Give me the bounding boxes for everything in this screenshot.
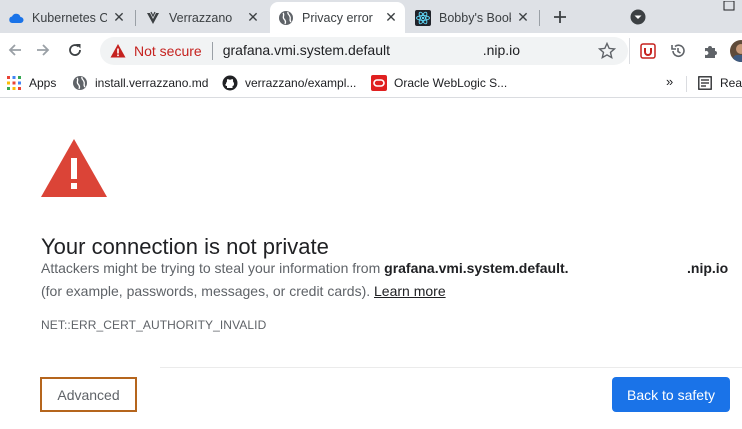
chevron-down-circle-icon	[630, 9, 646, 25]
bookmark-apps[interactable]: Apps	[6, 74, 56, 92]
apps-grid-icon	[6, 75, 22, 91]
hostname-text: grafana.vmi.system.default.	[384, 260, 569, 276]
react-logo-icon	[415, 9, 431, 26]
history-extension-button[interactable]	[668, 41, 688, 61]
description-text: Attackers might be trying to steal your …	[41, 260, 385, 276]
restore-icon	[723, 0, 735, 11]
tab-title: Verrazzano	[169, 10, 233, 25]
interstitial-page: Your connection is not private Attackers…	[0, 99, 742, 429]
close-tab-icon[interactable]: ✕	[111, 9, 127, 26]
back-to-safety-button[interactable]: Back to safety	[612, 377, 730, 412]
extension-button[interactable]	[638, 41, 658, 61]
extension-divider	[629, 38, 630, 64]
reload-button[interactable]	[62, 37, 88, 63]
globe-icon	[72, 75, 88, 91]
warning-triangle-icon	[110, 44, 126, 58]
reading-list-icon	[697, 75, 713, 91]
tab-search-button[interactable]	[628, 7, 648, 27]
extensions-menu-button[interactable]	[700, 41, 720, 61]
back-button[interactable]	[2, 37, 28, 63]
reading-list-button[interactable]: Read	[697, 74, 742, 92]
profile-avatar[interactable]	[730, 40, 742, 62]
page-title: Your connection is not private	[41, 233, 329, 259]
url-host: grafana.vmi.system.default	[222, 42, 390, 58]
tab-title: Bobby's Book	[439, 10, 511, 25]
tab-title: Privacy error	[302, 10, 373, 25]
plus-icon	[554, 11, 566, 23]
bookmark-label: Apps	[29, 76, 57, 90]
tab-strip: Kubernetes C ✕ Verrazzano ✕ Privacy erro…	[0, 0, 742, 33]
warning-triangle-icon	[41, 139, 107, 197]
history-icon	[671, 44, 685, 57]
tab-verrazzano[interactable]: Verrazzano ✕	[137, 2, 267, 33]
puzzle-icon	[705, 46, 717, 58]
hostname-suffix-text: .nip.io	[687, 260, 729, 276]
learn-more-link[interactable]: Learn more	[374, 283, 446, 299]
tab-bobbys-books[interactable]: Bobby's Book ✕	[407, 2, 537, 33]
omnibox-divider	[211, 42, 213, 60]
bookmarks-bar: Apps install.verrazzano.md verrazzano/ex…	[0, 68, 742, 98]
forward-button[interactable]	[30, 37, 56, 63]
github-icon	[222, 75, 238, 91]
close-tab-icon[interactable]: ✕	[245, 9, 261, 26]
new-tab-button[interactable]	[548, 5, 572, 29]
bookmark-oracle-weblogic[interactable]: Oracle WebLogic S...	[371, 74, 507, 92]
shield-extension-icon	[640, 43, 656, 59]
oracle-icon	[371, 75, 387, 91]
close-tab-icon[interactable]: ✕	[515, 9, 531, 26]
arrow-right-icon	[37, 44, 50, 56]
globe-icon	[278, 10, 294, 26]
reading-list-label: Read	[720, 76, 742, 90]
tab-divider	[135, 10, 136, 26]
not-secure-label[interactable]: Not secure	[134, 43, 202, 59]
avatar-icon	[733, 44, 742, 62]
browser-toolbar: Not secure grafana.vmi.system.default .n…	[0, 33, 742, 68]
bookmark-label: install.verrazzano.md	[95, 76, 209, 90]
cloud-icon	[8, 10, 24, 26]
reload-icon	[69, 44, 81, 56]
error-code: NET::ERR_CERT_AUTHORITY_INVALID	[41, 318, 267, 332]
window-restore-button[interactable]	[718, 0, 742, 12]
bookmark-label: verrazzano/exampl...	[245, 76, 357, 90]
tab-title: Kubernetes C	[32, 10, 107, 25]
bookmarks-overflow-button[interactable]: »	[666, 74, 673, 89]
arrow-left-icon	[8, 44, 21, 56]
tab-privacy-error[interactable]: Privacy error ✕	[270, 2, 405, 33]
bookmark-label: Oracle WebLogic S...	[394, 76, 508, 90]
advanced-button[interactable]: Advanced	[40, 377, 137, 412]
bookmark-star-icon[interactable]	[598, 42, 616, 60]
tab-kubernetes[interactable]: Kubernetes C ✕	[0, 2, 133, 33]
bookmark-install-verrazzano[interactable]: install.verrazzano.md	[72, 74, 208, 92]
url-domain-suffix: .nip.io	[482, 42, 521, 58]
bookmarks-divider	[686, 76, 687, 92]
address-bar[interactable]: Not secure grafana.vmi.system.default .n…	[100, 37, 628, 65]
description-text-line2: (for example, passwords, messages, or cr…	[41, 283, 375, 299]
tab-divider	[539, 10, 540, 26]
bookmark-verrazzano-examples[interactable]: verrazzano/exampl...	[222, 74, 356, 92]
verrazzano-logo-icon	[145, 10, 161, 26]
close-tab-icon[interactable]: ✕	[383, 9, 399, 26]
divider	[160, 367, 742, 368]
error-description: Attackers might be trying to steal your …	[41, 257, 741, 303]
